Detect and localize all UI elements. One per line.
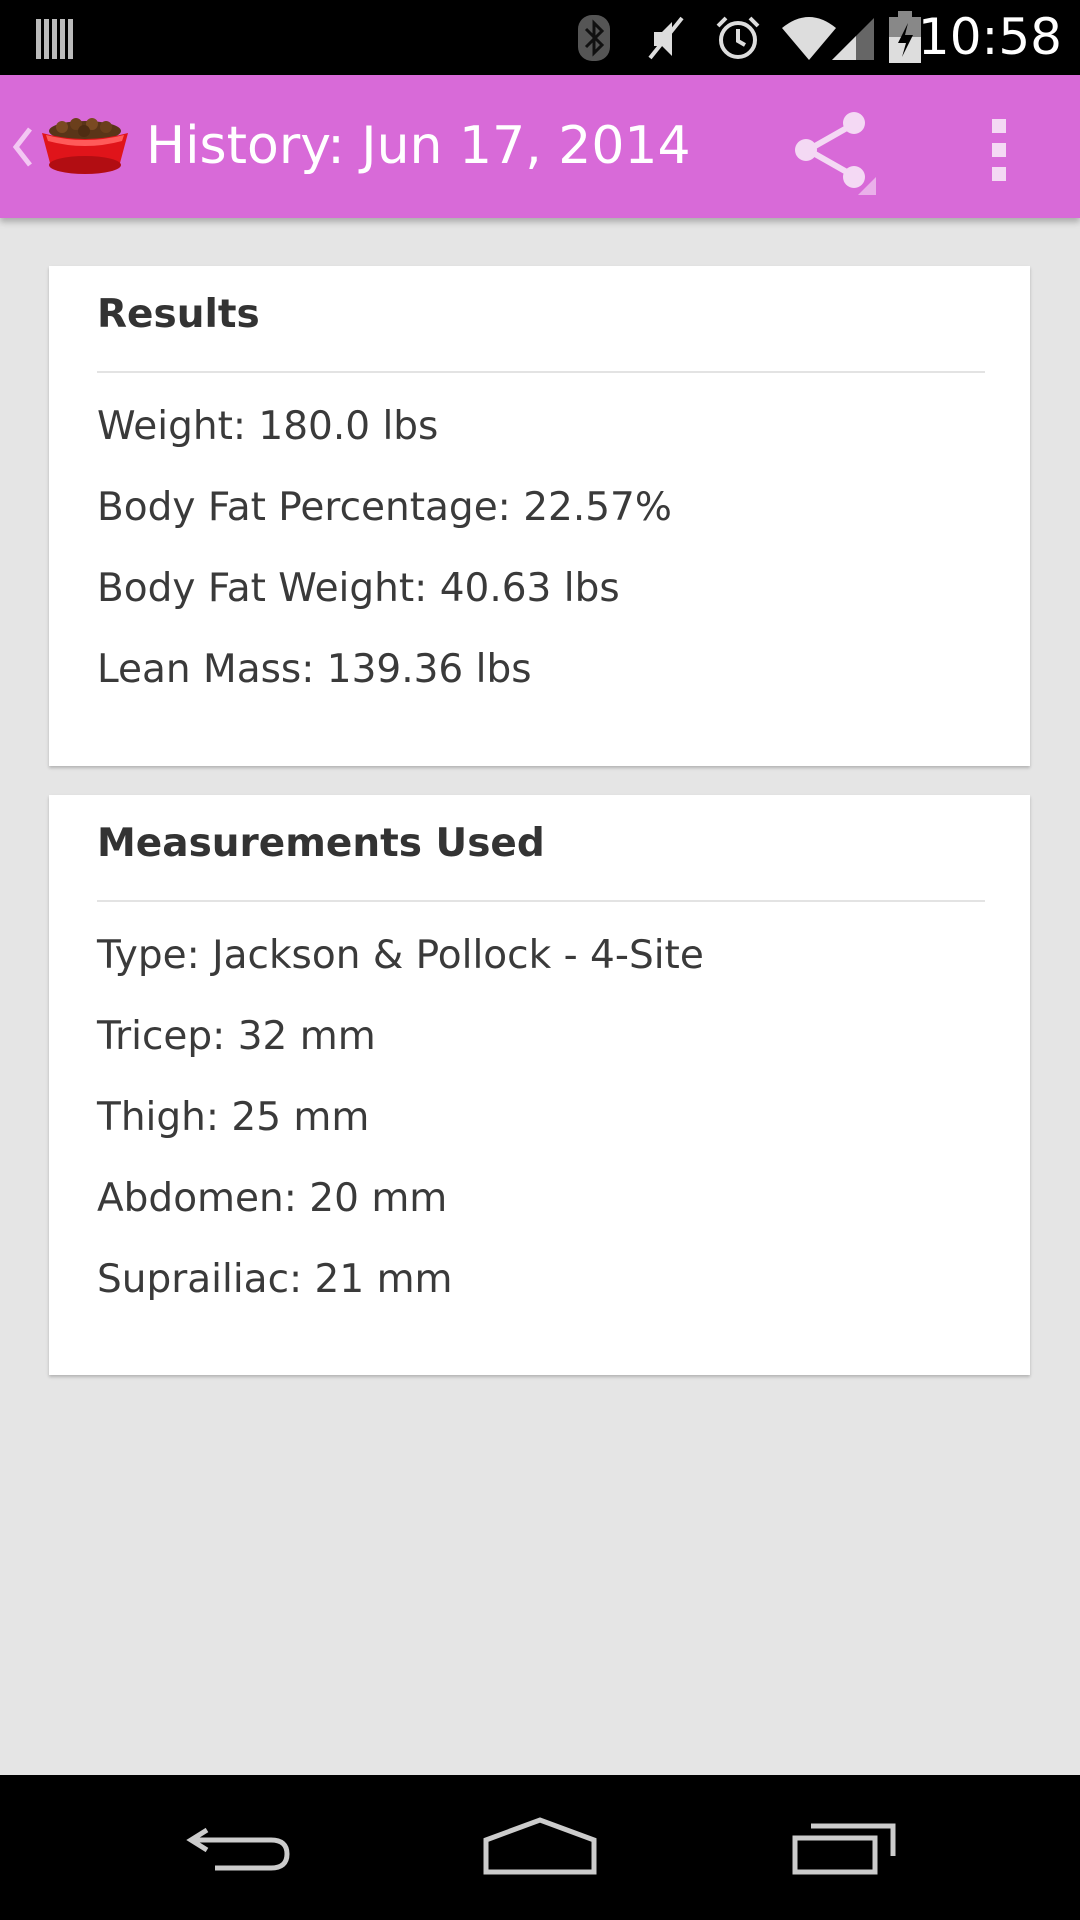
overflow-menu-icon bbox=[960, 119, 1040, 199]
clock: 10:58 bbox=[917, 8, 1062, 66]
back-button[interactable] bbox=[170, 1800, 310, 1895]
lean-mass-row: Lean Mass: 139.36 lbs bbox=[97, 647, 532, 692]
measurements-card: Measurements Used Type: Jackson & Polloc… bbox=[49, 795, 1030, 1375]
recent-apps-icon bbox=[789, 1816, 899, 1880]
body-fat-percentage-row: Body Fat Percentage: 22.57% bbox=[97, 485, 672, 530]
action-bar: History: Jun 17, 2014 bbox=[0, 75, 1080, 218]
type-row: Type: Jackson & Pollock - 4-Site bbox=[97, 933, 704, 978]
notification-bars-icon bbox=[36, 0, 74, 75]
home-icon bbox=[482, 1816, 598, 1880]
back-icon bbox=[185, 1816, 295, 1880]
dog-bowl-icon[interactable] bbox=[40, 115, 130, 181]
results-card: Results Weight: 180.0 lbs Body Fat Perce… bbox=[49, 266, 1030, 766]
home-button[interactable] bbox=[470, 1800, 610, 1895]
share-button[interactable] bbox=[780, 105, 890, 195]
tricep-row: Tricep: 32 mm bbox=[97, 1014, 376, 1059]
battery-charging-icon bbox=[888, 0, 922, 75]
divider bbox=[97, 371, 985, 373]
measurements-title: Measurements Used bbox=[97, 821, 545, 866]
recent-apps-button[interactable] bbox=[774, 1800, 914, 1895]
thigh-row: Thigh: 25 mm bbox=[97, 1095, 370, 1140]
divider bbox=[97, 900, 985, 902]
status-bar: 10:58 bbox=[0, 0, 1080, 75]
navigation-bar bbox=[0, 1775, 1080, 1920]
abdomen-row: Abdomen: 20 mm bbox=[97, 1176, 448, 1221]
page-title: History: Jun 17, 2014 bbox=[146, 116, 691, 176]
alarm-icon bbox=[714, 0, 762, 75]
signal-icon bbox=[830, 0, 876, 75]
muted-icon bbox=[644, 0, 688, 75]
suprailiac-row: Suprailiac: 21 mm bbox=[97, 1257, 453, 1302]
share-icon bbox=[780, 112, 890, 199]
overflow-menu-button[interactable] bbox=[960, 105, 1040, 195]
bluetooth-icon bbox=[576, 0, 612, 75]
body-fat-weight-row: Body Fat Weight: 40.63 lbs bbox=[97, 566, 620, 611]
back-caret-icon[interactable] bbox=[12, 75, 34, 218]
results-title: Results bbox=[97, 292, 260, 337]
weight-row: Weight: 180.0 lbs bbox=[97, 404, 439, 449]
